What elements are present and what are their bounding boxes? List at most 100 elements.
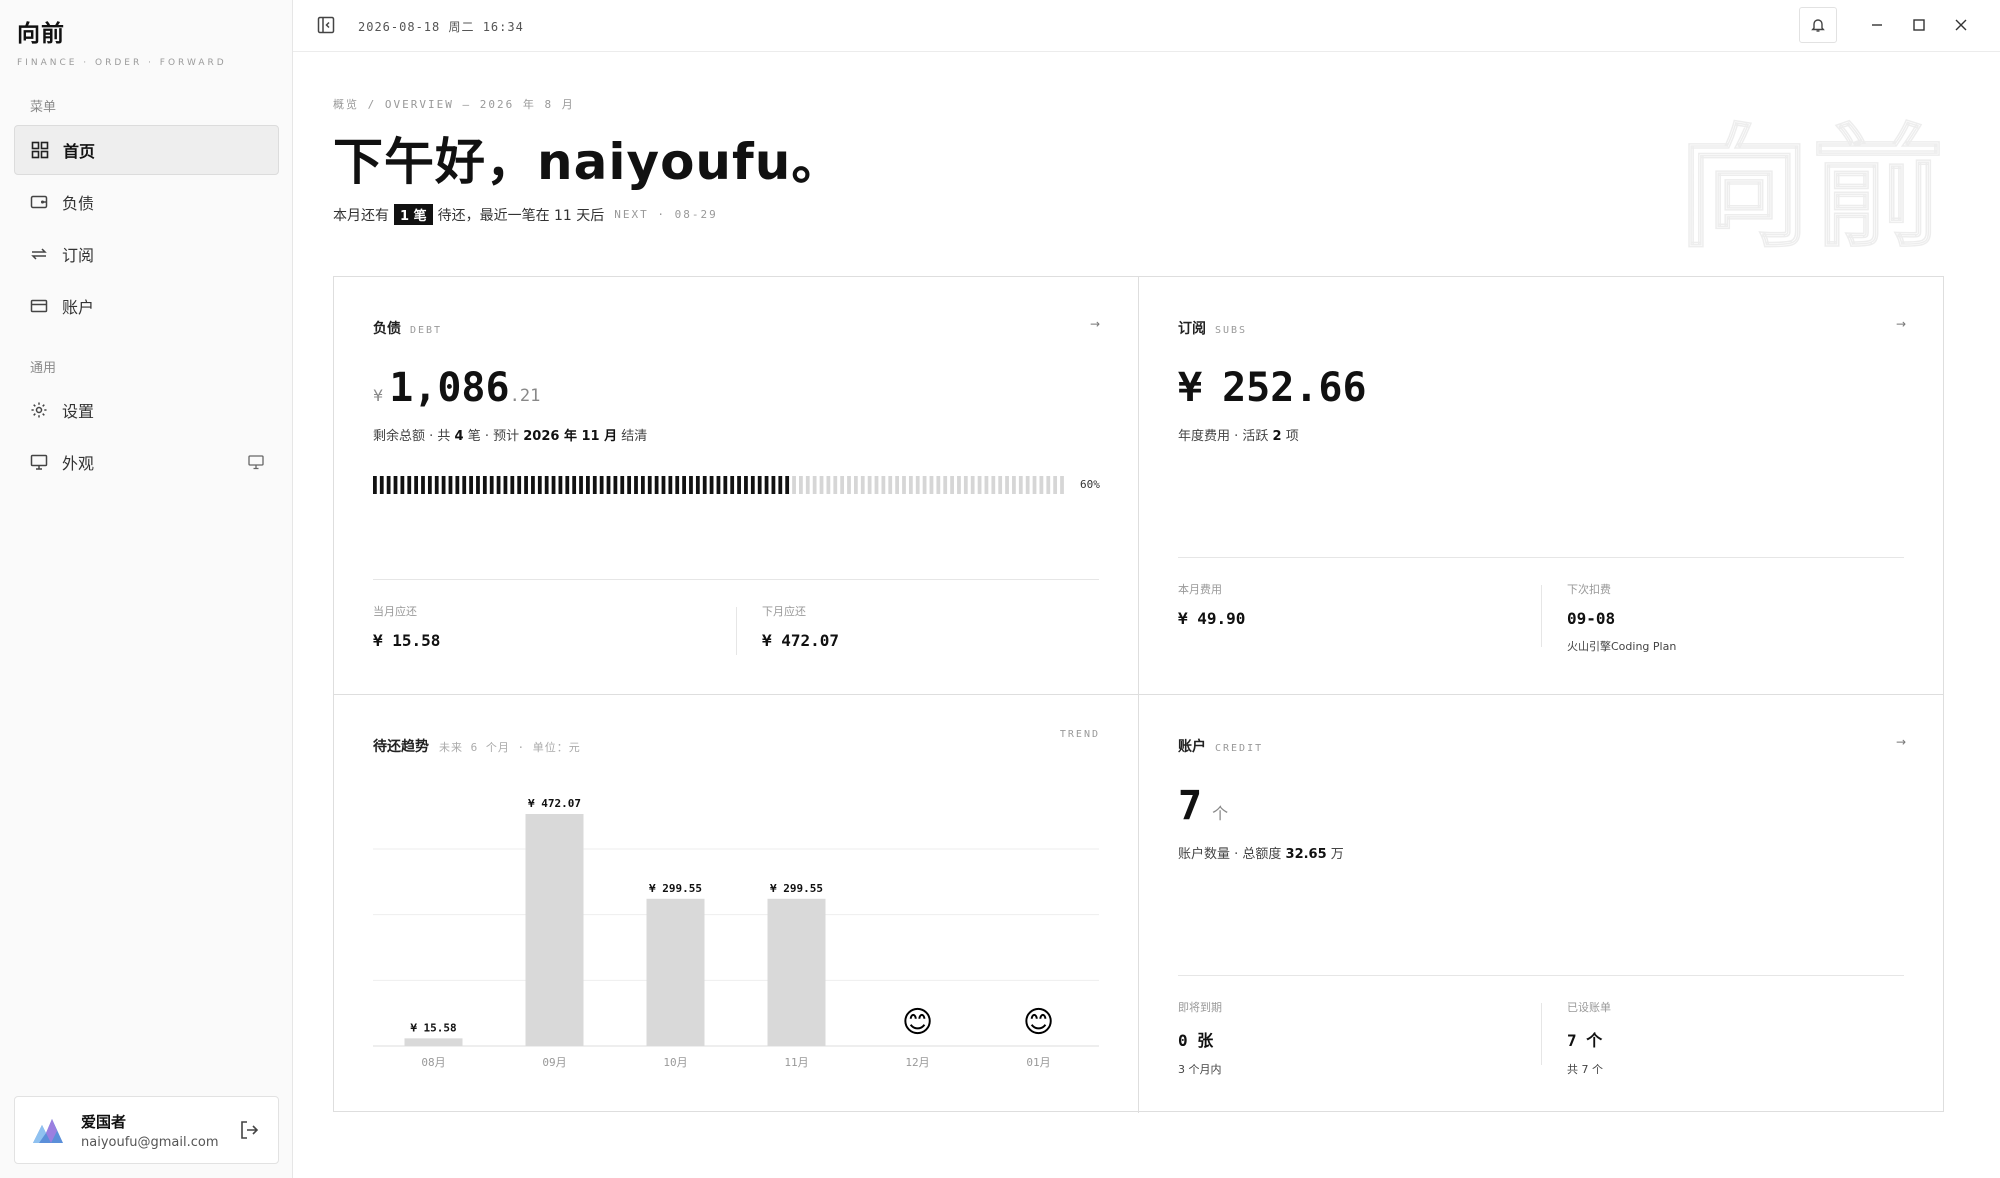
progress-tick (441, 476, 446, 494)
progress-tick (1053, 476, 1058, 494)
arrow-right-icon[interactable]: → (1090, 317, 1100, 331)
progress-tick (970, 476, 975, 494)
progress-tick (922, 476, 927, 494)
bills-set: 已设账单 7 个 共 7 个 (1567, 999, 1611, 1077)
progress-tick (709, 476, 714, 494)
chart-tick-label: 12月 (905, 1056, 929, 1069)
progress-tick (1032, 476, 1037, 494)
progress-tick (716, 476, 721, 494)
currency-symbol: ¥ (1178, 365, 1203, 411)
stat-label: 下次扣费 (1567, 583, 1611, 596)
stat-sub: 火山引擎Coding Plan (1567, 640, 1677, 653)
desc-text: 账户数量 · 总额度 (1178, 847, 1286, 862)
chart-tick-label: 10月 (663, 1056, 687, 1069)
progress-tick (510, 476, 515, 494)
progress-tick (634, 476, 638, 494)
currency-symbol: ¥ (373, 386, 384, 405)
due-summary: 本月还有 1 笔 待还，最近一笔在 11 天后 NEXT · 08-29 (333, 204, 718, 225)
accounts-count: 7 个 (1178, 783, 1228, 829)
progress-tick (764, 476, 769, 494)
progress-tick (627, 476, 632, 494)
chart-tick-label: 08月 (421, 1056, 445, 1069)
empty-month-marker: 😊 (1023, 1005, 1054, 1040)
progress-tick (785, 476, 790, 494)
logout-icon[interactable] (238, 1119, 260, 1141)
progress-tick (551, 476, 556, 494)
sidebar-item-subscriptions[interactable]: 订阅 (14, 229, 279, 279)
progress-tick (730, 476, 735, 494)
notifications-button[interactable] (1799, 7, 1837, 43)
progress-tick (1046, 476, 1051, 494)
trend-bar-chart: ¥ 15.58 08月 ¥ 472.07 09月 ¥ 299.55 10月 ¥ 299.55… (373, 797, 1099, 1069)
divider (1178, 975, 1904, 976)
progress-tick (1039, 476, 1044, 494)
progress-tick (998, 476, 1003, 494)
progress-tick (737, 476, 741, 494)
debt-card[interactable]: 负债 DEBT → ¥ 1,086 .21 剩余总额 · 共 4 笔 · 预计 … (334, 277, 1139, 695)
progress-tick (778, 476, 783, 494)
progress-tick (682, 476, 686, 494)
progress-tick (537, 476, 542, 494)
progress-tick (386, 476, 391, 494)
progress-tick (427, 476, 432, 494)
progress-tick (867, 476, 872, 494)
amount-decimal: .21 (509, 386, 541, 406)
subs-amount: ¥ 252.66 (1178, 365, 1367, 411)
progress-tick (531, 476, 535, 494)
divider (736, 607, 737, 655)
this-month-due: 当月应还 ¥ 15.58 (373, 603, 440, 650)
progress-tick (792, 476, 796, 494)
arrow-right-icon[interactable]: → (1896, 735, 1906, 749)
stat-sub: 3 个月内 (1178, 1063, 1222, 1076)
progress-tick (379, 476, 384, 494)
desc-count: 4 (454, 429, 464, 444)
progress-tick (860, 476, 865, 494)
sidebar-item-home[interactable]: 首页 (14, 125, 279, 175)
sidebar-item-settings[interactable]: 设置 (14, 385, 279, 435)
progress-tick (805, 476, 810, 494)
progress-tick (544, 476, 549, 494)
accounts-card[interactable]: 账户 CREDIT → 7 个 账户数量 · 总额度 32.65 万 即将到期 … (1139, 695, 1944, 1113)
card-tag: CREDIT (1215, 743, 1264, 754)
close-button[interactable] (1951, 15, 1971, 35)
desc-text: 年度费用 · 活跃 (1178, 429, 1273, 444)
sidebar-item-accounts[interactable]: 账户 (14, 281, 279, 331)
stat-label: 当月应还 (373, 605, 417, 618)
progress-tick (503, 476, 508, 494)
chart-bar (646, 898, 705, 1046)
next-charge: 下次扣费 09-08 火山引擎Coding Plan (1567, 581, 1676, 654)
progress-tick (675, 476, 680, 494)
progress-tick (1060, 476, 1064, 494)
maximize-button[interactable] (1909, 15, 1929, 35)
divider (1541, 1003, 1542, 1065)
page-title: 下午好，naiyoufu。 (333, 133, 843, 191)
accounts-description: 账户数量 · 总额度 32.65 万 (1178, 843, 1344, 862)
progress-tick (812, 476, 817, 494)
sidebar-toggle-icon[interactable] (317, 16, 335, 34)
sidebar-item-debt[interactable]: 负债 (14, 177, 279, 227)
maximize-icon (1913, 19, 1925, 31)
amount-value: 252.66 (1222, 365, 1367, 411)
progress-tick (407, 476, 412, 494)
chart-tick-label: 09月 (542, 1056, 566, 1069)
card-title: 账户 (1178, 739, 1206, 755)
progress-tick (661, 476, 666, 494)
progress-tick (744, 476, 748, 494)
progress-tick (489, 476, 494, 494)
count-unit: 个 (1212, 804, 1229, 823)
next-month-due: 下月应还 ¥ 472.07 (762, 603, 839, 650)
subscriptions-card[interactable]: 订阅 SUBS → ¥ 252.66 年度费用 · 活跃 2 项 本月费用 ¥ … (1139, 277, 1944, 695)
progress-tick (977, 476, 982, 494)
stat-value: ¥ 15.58 (373, 631, 441, 650)
stat-value: 09-08 (1567, 609, 1616, 628)
progress-tick (393, 476, 398, 494)
desc-value: 32.65 (1285, 847, 1327, 862)
arrow-right-icon[interactable]: → (1896, 317, 1906, 331)
sidebar-item-appearance[interactable]: 外观 (14, 437, 279, 487)
repeat-icon (30, 245, 48, 263)
progress-tick (524, 476, 528, 494)
progress-tick (936, 476, 941, 494)
amount-integer: 1,086 (389, 365, 510, 411)
stat-label: 本月费用 (1178, 583, 1222, 596)
minimize-button[interactable] (1867, 15, 1887, 35)
